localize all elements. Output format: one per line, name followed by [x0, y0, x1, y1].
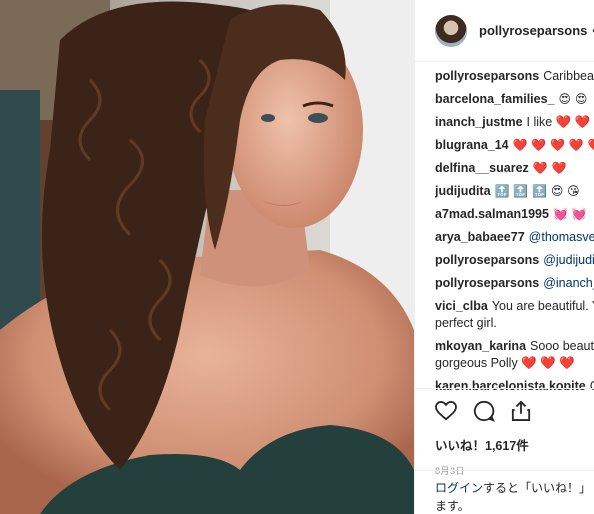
photo-illustration	[0, 0, 414, 514]
comment-mention[interactable]: @inanch_j	[543, 276, 594, 290]
heart-outline-icon[interactable]	[435, 401, 457, 421]
comment-username[interactable]: pollyroseparsons	[435, 69, 539, 83]
comment-mention[interactable]: @judijudita	[543, 253, 594, 267]
speech-bubble-icon[interactable]	[473, 400, 495, 422]
comment-text: 🔝 🔝 🔝 😍 😘	[494, 184, 580, 198]
comment-item: pollyroseparsons @judijudita	[435, 252, 594, 269]
share-upload-icon[interactable]	[511, 400, 531, 422]
comment-username[interactable]: judijudita	[435, 184, 491, 198]
comment-text: 💓 💓	[552, 207, 587, 221]
comments-list[interactable]: pollyroseparsons Caribbean barcelona_fami…	[415, 62, 594, 390]
comment-item: blugrana_14 ❤️ ❤️ ❤️ ❤️ ❤️	[435, 137, 594, 154]
login-link[interactable]: ログイン	[435, 481, 483, 495]
comment-username[interactable]: delfina__suarez	[435, 161, 529, 175]
comment-username[interactable]: inanch_justme	[435, 115, 523, 129]
login-prompt-text-2: ます。	[435, 499, 470, 513]
post-header: pollyroseparsons •	[415, 0, 594, 62]
comment-text: ❤️ ❤️	[532, 161, 567, 175]
comment-username[interactable]: blugrana_14	[435, 138, 509, 152]
comment-username[interactable]: vici_clba	[435, 299, 488, 313]
comment-item: vici_clbaYou are beautiful. Yo perfect g…	[435, 298, 594, 332]
comment-username[interactable]: a7mad.salman1995	[435, 207, 549, 221]
comment-item: arya_babaee77 @thomasver	[435, 229, 594, 246]
action-icons	[435, 399, 594, 423]
post-photo[interactable]	[0, 0, 414, 514]
comment-item: inanch_justmeI like ❤️ ❤️ 😍	[435, 114, 594, 131]
likes-count[interactable]: いいね！1,617件	[435, 435, 594, 454]
comment-item: mkoyan_karina Sooo beautif gorgeous Polly…	[435, 338, 594, 372]
comment-text: Caribbean	[543, 69, 594, 83]
comment-username[interactable]: mkoyan_karina	[435, 339, 526, 353]
comment-item: a7mad.salman1995 💓 💓	[435, 206, 594, 223]
comment-text: I like ❤️ ❤️ 😍	[526, 115, 594, 129]
login-prompt-text: すると「いいね！」	[483, 481, 592, 495]
comment-item: pollyroseparsons Caribbean	[435, 68, 594, 85]
comment-mention[interactable]: @thomasver	[529, 230, 594, 244]
login-prompt: ログインすると「いいね！」 ます。	[415, 470, 594, 514]
comment-text: ❤️ ❤️ ❤️ ❤️ ❤️	[512, 138, 594, 152]
avatar[interactable]	[435, 14, 467, 47]
comment-item: barcelona_families_ 😍 😍	[435, 91, 594, 108]
comment-text: 😍 😍	[558, 92, 588, 106]
comment-item: pollyroseparsons @inanch_j	[435, 275, 594, 292]
comment-username[interactable]: pollyroseparsons	[435, 276, 539, 290]
post-side-panel: pollyroseparsons • pollyroseparsons Carib…	[414, 0, 594, 514]
comment-username[interactable]: barcelona_families_	[435, 92, 555, 106]
header-username[interactable]: pollyroseparsons	[479, 23, 587, 38]
comment-username[interactable]: arya_babaee77	[435, 230, 525, 244]
comment-item: judijudita 🔝 🔝 🔝 😍 😘	[435, 183, 594, 200]
comment-item: delfina__suarez ❤️ ❤️	[435, 160, 594, 177]
comment-username[interactable]: pollyroseparsons	[435, 253, 539, 267]
